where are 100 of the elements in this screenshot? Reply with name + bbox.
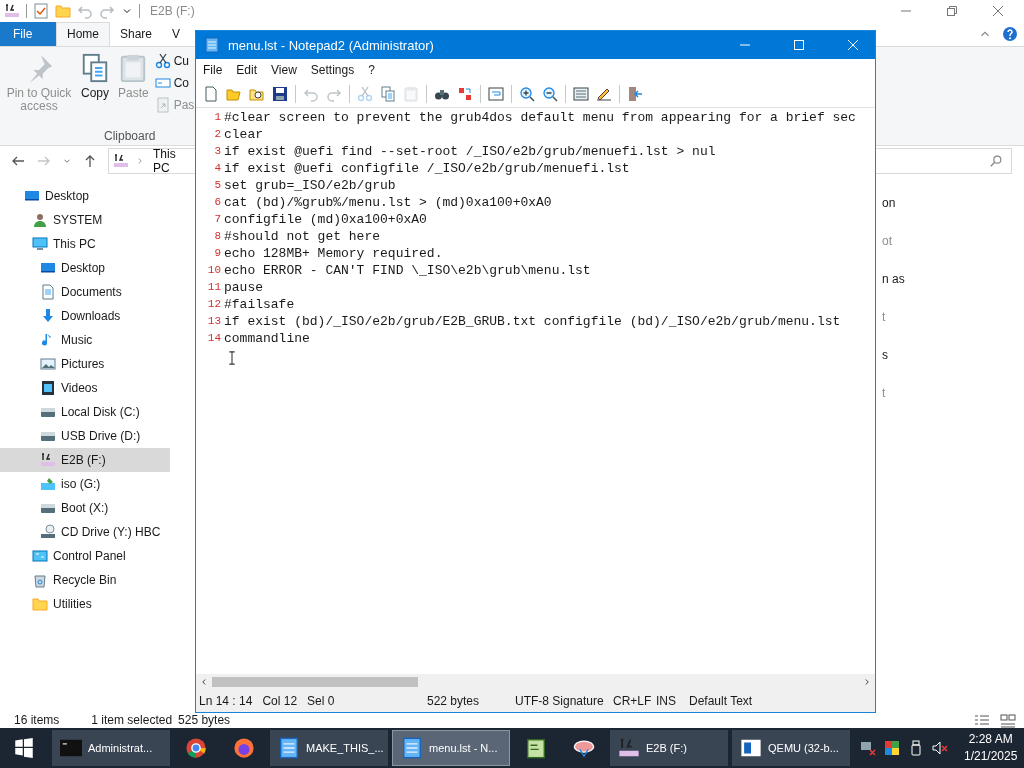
- status-text: UTF-8 Signature: [515, 694, 604, 708]
- notepad-icon: [278, 737, 300, 759]
- scroll-thumb[interactable]: [212, 677, 418, 687]
- horizontal-scrollbar[interactable]: [196, 674, 875, 690]
- window-title: menu.lst - Notepad2 (Administrator): [228, 37, 434, 53]
- tree-item[interactable]: Pictures: [0, 352, 170, 376]
- tree-item[interactable]: iso (G:): [0, 472, 170, 496]
- taskbar-button[interactable]: MAKE_THIS_...: [270, 730, 388, 766]
- address-bar[interactable]: This PC: [108, 148, 195, 174]
- line-number: 9: [213, 246, 221, 261]
- shortcut-icon: [154, 97, 171, 113]
- editor-icon: [525, 737, 547, 759]
- tree-item[interactable]: E2B (F:): [0, 448, 170, 472]
- replace-icon[interactable]: [457, 86, 473, 102]
- list-item-text: ot: [882, 234, 893, 248]
- line-number: 7: [213, 212, 221, 227]
- tree-item[interactable]: This PC: [0, 232, 170, 256]
- tree-item[interactable]: Utilities: [0, 592, 170, 616]
- notepad-icon: [401, 737, 423, 759]
- ribbon-button[interactable]: Copy: [80, 53, 110, 119]
- line-number: 4: [213, 161, 221, 176]
- list-item-text: t: [882, 310, 887, 324]
- help-icon[interactable]: [1002, 26, 1018, 42]
- line-number: 5: [213, 178, 221, 193]
- clock[interactable]: 2:28 AM 1/21/2025: [958, 728, 1024, 768]
- tool-icon: [573, 737, 595, 759]
- status-text: 1 item selected: [91, 713, 173, 727]
- close-icon[interactable]: [845, 37, 861, 53]
- usb-icon[interactable]: [908, 740, 924, 756]
- checklist-icon[interactable]: [33, 3, 49, 19]
- status-text: Sel 0: [307, 694, 335, 708]
- tree-item[interactable]: Videos: [0, 376, 170, 400]
- drive-icon: [113, 153, 129, 169]
- tree-item[interactable]: Desktop: [0, 256, 170, 280]
- taskbar-button[interactable]: E2B (F:): [610, 730, 728, 766]
- open-folder-icon[interactable]: [226, 86, 242, 102]
- close-icon[interactable]: [990, 3, 1006, 19]
- zoom-in-icon[interactable]: [519, 86, 535, 102]
- code-line: #should not get here: [224, 228, 381, 245]
- exit-door-icon[interactable]: [627, 86, 643, 102]
- document-icon: [40, 284, 56, 300]
- pencil-ruler-icon[interactable]: [596, 86, 612, 102]
- menu-item[interactable]: File: [203, 63, 223, 77]
- network-icon[interactable]: [860, 740, 876, 756]
- menu-item[interactable]: Edit: [236, 63, 258, 77]
- taskbar-button[interactable]: Administrat...: [52, 730, 170, 766]
- word-wrap-icon[interactable]: [488, 86, 504, 102]
- menu-item[interactable]: View: [271, 63, 297, 77]
- folder-icon: [32, 596, 48, 612]
- tree-item[interactable]: SYSTEM: [0, 208, 170, 232]
- tree-item[interactable]: CD Drive (Y:) HBC: [0, 520, 170, 544]
- drive-icon: [40, 452, 56, 468]
- drive-icon[interactable]: [4, 3, 20, 19]
- save-icon[interactable]: [272, 86, 288, 102]
- ribbon-tab[interactable]: Share: [110, 22, 163, 46]
- line-number: 3: [213, 144, 221, 159]
- file-menu-tab[interactable]: File: [0, 22, 56, 46]
- tiles-view-icon[interactable]: [1000, 713, 1016, 729]
- ribbon-tab[interactable]: V: [162, 22, 191, 46]
- line-number: 10: [206, 263, 221, 278]
- taskbar-button[interactable]: QEMU (32-b...: [732, 730, 850, 766]
- tree-item[interactable]: Music: [0, 328, 170, 352]
- copy-icon: [80, 53, 110, 83]
- status-text: Ln 14 : 14: [199, 694, 253, 708]
- menu-item[interactable]: Settings: [310, 63, 355, 77]
- picture-icon: [40, 356, 56, 372]
- line-number: 14: [206, 331, 221, 346]
- path-icon: [154, 75, 171, 91]
- speaker-muted-icon[interactable]: [932, 740, 948, 756]
- control-panel-icon: [32, 548, 48, 564]
- ribbon-button[interactable]: Co: [154, 75, 195, 91]
- tree-item[interactable]: USB Drive (D:): [0, 424, 170, 448]
- code-line: #failsafe: [224, 296, 295, 313]
- browse-folder-icon[interactable]: [249, 86, 265, 102]
- list-icon[interactable]: [573, 86, 589, 102]
- tree-item[interactable]: Recycle Bin: [0, 568, 170, 592]
- tree-item[interactable]: Desktop: [0, 184, 170, 208]
- new-file-icon[interactable]: [203, 86, 219, 102]
- list-item-text: s: [882, 348, 889, 362]
- tree-item[interactable]: Boot (X:): [0, 496, 170, 520]
- restore-icon[interactable]: [944, 3, 960, 19]
- scissors-icon: [154, 53, 171, 69]
- tree-item[interactable]: Control Panel: [0, 544, 170, 568]
- zoom-out-icon[interactable]: [542, 86, 558, 102]
- ribbon-tab[interactable]: Home: [56, 22, 110, 46]
- taskbar-button[interactable]: menu.lst - N...: [392, 730, 510, 766]
- code-line: clear: [224, 126, 263, 143]
- code-line: if exist (bd)/_ISO/e2b/grub/E2B_GRUB.txt configfile (bd)/_ISO/e2b/grub/menu.lst: [224, 313, 841, 330]
- status-text: 522 bytes: [427, 694, 480, 708]
- menu-item[interactable]: ?: [368, 63, 375, 77]
- code-line: pause: [224, 279, 263, 296]
- status-text: 525 bytes: [178, 713, 231, 727]
- copy-icon[interactable]: [380, 86, 396, 102]
- search-icon: [989, 154, 1003, 168]
- maximize-icon[interactable]: [791, 37, 807, 53]
- color-grid-icon[interactable]: [884, 740, 900, 756]
- tree-item[interactable]: Local Disk (C:): [0, 400, 170, 424]
- tree-item[interactable]: Downloads: [0, 304, 170, 328]
- tree-item[interactable]: Documents: [0, 280, 170, 304]
- ribbon-button[interactable]: Cu: [154, 53, 195, 69]
